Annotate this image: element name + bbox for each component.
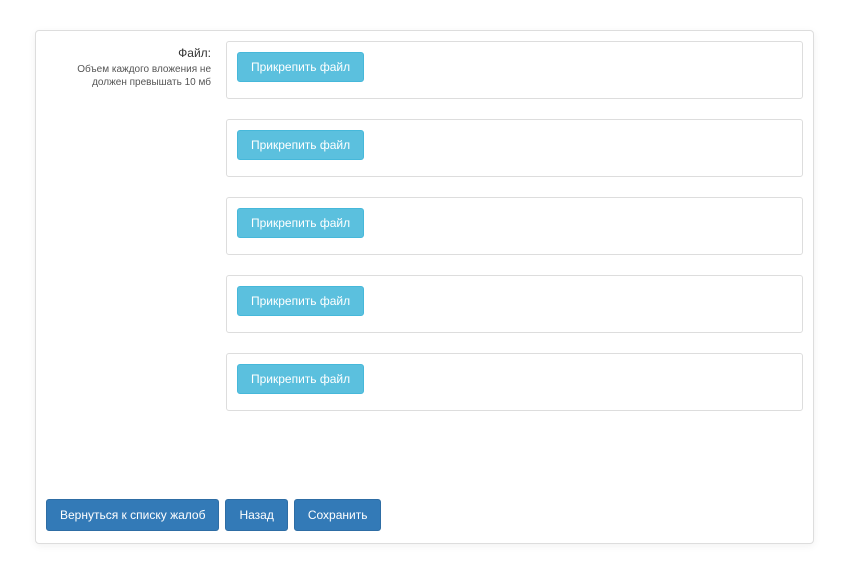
attach-slot: Прикрепить файл: [226, 41, 803, 99]
file-size-hint: Объем каждого вложения не должен превыша…: [46, 63, 211, 89]
attach-file-button[interactable]: Прикрепить файл: [237, 364, 364, 394]
file-label-column: Файл: Объем каждого вложения не должен п…: [46, 41, 226, 89]
back-to-list-button[interactable]: Вернуться к списку жалоб: [46, 499, 219, 531]
attach-file-button[interactable]: Прикрепить файл: [237, 52, 364, 82]
save-button[interactable]: Сохранить: [294, 499, 382, 531]
back-button[interactable]: Назад: [225, 499, 287, 531]
footer-actions: Вернуться к списку жалоб Назад Сохранить: [46, 499, 381, 531]
attach-slot: Прикрепить файл: [226, 353, 803, 411]
form-panel: Файл: Объем каждого вложения не должен п…: [35, 30, 814, 544]
attach-slot: Прикрепить файл: [226, 119, 803, 177]
attach-file-button[interactable]: Прикрепить файл: [237, 286, 364, 316]
attach-file-button[interactable]: Прикрепить файл: [237, 208, 364, 238]
file-field-column: Прикрепить файл Прикрепить файл Прикрепи…: [226, 41, 803, 411]
attach-file-button[interactable]: Прикрепить файл: [237, 130, 364, 160]
file-label: Файл:: [46, 46, 211, 62]
file-row: Файл: Объем каждого вложения не должен п…: [46, 41, 803, 411]
attach-slot: Прикрепить файл: [226, 275, 803, 333]
attach-slot: Прикрепить файл: [226, 197, 803, 255]
